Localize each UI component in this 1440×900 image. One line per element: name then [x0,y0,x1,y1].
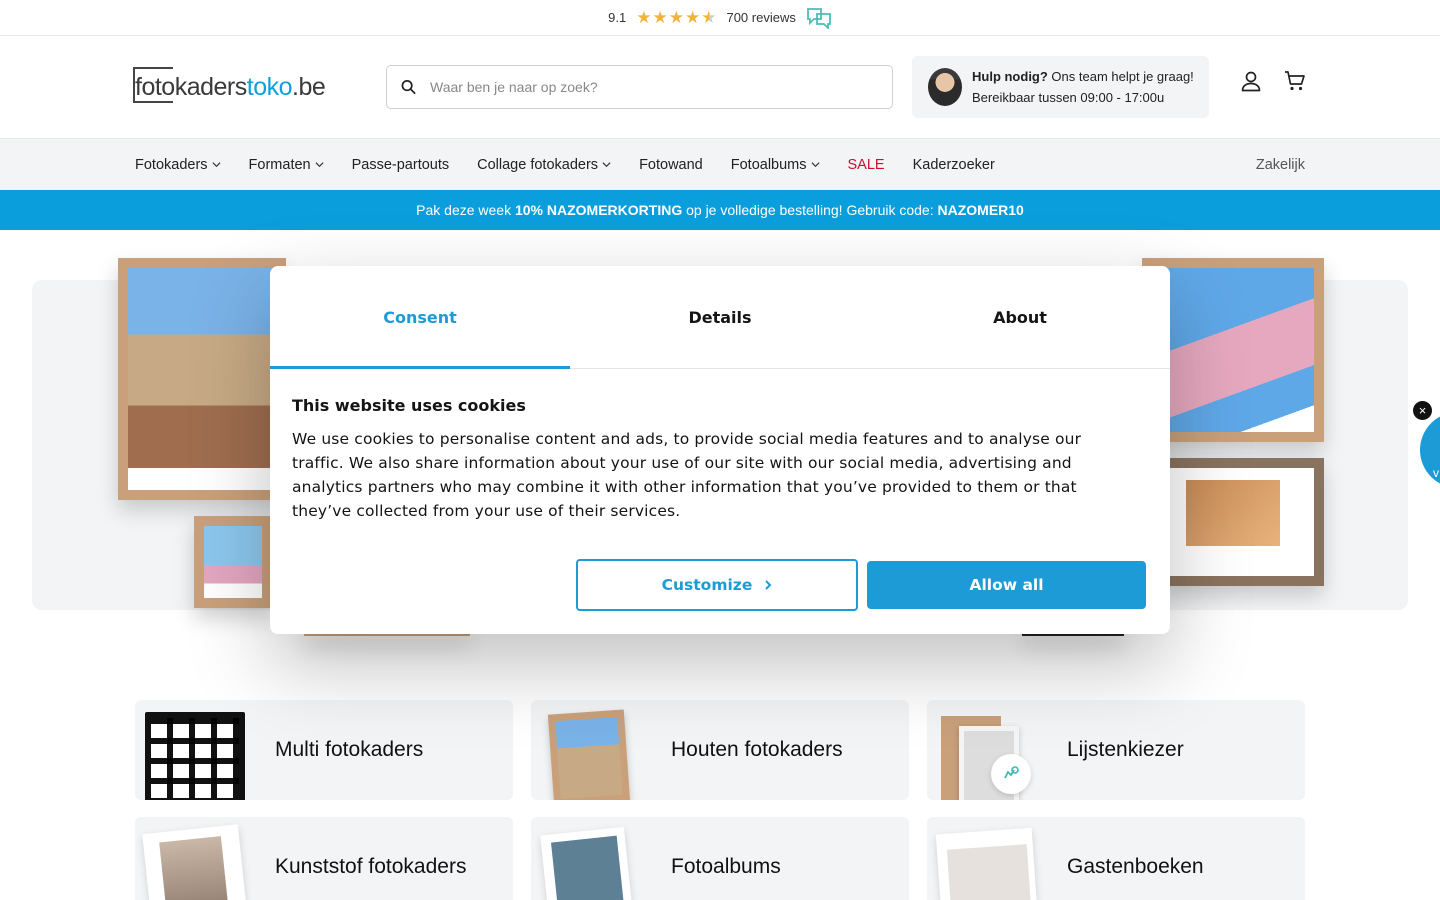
review-bar: 9.1 ★ ★ ★ ★ ★ 700 reviews [0,0,1440,36]
promo-text-mid: op je volledige bestelling! Gebruik code… [686,202,934,218]
review-score: 9.1 [608,10,627,25]
category-tile-multi-fotokaders[interactable]: Multi fotokaders [135,700,513,800]
chevron-down-icon [315,162,324,168]
nav-label: Formaten [248,156,311,173]
category-label: Kunststof fotokaders [275,855,467,878]
search-input[interactable] [430,79,878,95]
star-icon: ★ [652,7,668,27]
category-thumbnail [531,700,641,800]
cart-icon[interactable] [1284,70,1306,92]
star-icon: ★ [684,7,701,27]
promo-text-pre: Pak deze week [416,202,512,218]
allow-all-button[interactable]: Allow all [867,561,1146,609]
review-stars: ★ ★ ★ ★ ★ [636,8,716,28]
chevron-down-icon [811,162,820,168]
side-widget[interactable]: v [1420,412,1440,488]
header-icons [1240,70,1306,92]
category-label: Houten fotokaders [671,738,843,761]
nav-label: Fotowand [639,156,703,173]
category-grid: Multi fotokaders Houten fotokaders Lijst… [135,700,1305,900]
close-icon[interactable]: × [1413,401,1432,420]
nav-label: Passe-partouts [351,156,450,173]
logo-text-3: .be [292,72,326,101]
help-box[interactable]: Hulp nodig? Ons team helpt je graag! Ber… [912,56,1209,118]
promo-banner[interactable]: Pak deze week 10% NAZOMERKORTING op je v… [0,190,1440,230]
category-tile-kunststof-fotokaders[interactable]: Kunststof fotokaders [135,817,513,900]
logo-text-2: toko [246,72,293,101]
user-icon[interactable] [1240,70,1262,92]
cookie-consent-dialog: Consent Details About This website uses … [270,266,1170,634]
hero-frame-image [1160,458,1324,586]
nav-item-sale[interactable]: SALE [848,157,885,173]
main-nav: Fotokaders Formaten Passe-partouts Colla… [0,138,1440,190]
category-thumbnail [927,700,1037,800]
nav-item-kaderzoeker[interactable]: Kaderzoeker [913,157,995,173]
category-tile-fotoalbums[interactable]: Fotoalbums [531,817,909,900]
nav-item-passe-partouts[interactable]: Passe-partouts [352,157,450,173]
customize-label: Customize [661,576,753,594]
search-bar[interactable] [386,65,893,109]
logo-frame-icon [133,66,173,103]
category-label: Lijstenkiezer [1067,738,1184,761]
category-thumbnail [135,817,248,900]
category-tile-lijstenkiezer[interactable]: Lijstenkiezer [927,700,1305,800]
search-icon[interactable] [401,79,416,95]
category-label: Multi fotokaders [275,738,424,761]
tab-consent[interactable]: Consent [270,266,570,369]
help-subtitle: Ons team helpt je graag! [1047,69,1194,84]
help-text: Hulp nodig? Ons team helpt je graag! Ber… [972,66,1194,108]
nav-item-fotowand[interactable]: Fotowand [639,157,703,173]
help-title: Hulp nodig? [972,69,1048,84]
frame-picker-icon [991,754,1031,794]
category-thumbnail [531,817,641,900]
tab-details[interactable]: Details [570,266,870,368]
chevron-down-icon [212,162,221,168]
category-thumbnail [135,700,245,800]
nav-label: SALE [847,156,885,173]
star-icon: ★ [636,7,652,27]
site-header: fotokaderstoko.be Hulp nodig? Ons team h… [0,36,1440,138]
star-icon: ★ [668,7,684,27]
category-tile-houten-fotokaders[interactable]: Houten fotokaders [531,700,909,800]
hero-frame-image [194,516,272,608]
chevron-down-icon [602,162,611,168]
nav-item-zakelijk[interactable]: Zakelijk [1256,157,1305,173]
hero-frame-image [118,258,286,500]
cookie-title: This website uses cookies [292,396,526,415]
category-label: Fotoalbums [671,855,781,878]
nav-label: Fotokaders [135,156,208,173]
site-logo[interactable]: fotokaders toko .be [133,66,326,103]
cookie-body: We use cookies to personalise content an… [292,430,1082,520]
tab-about[interactable]: About [870,266,1170,368]
help-hours: Bereikbaar tussen 09:00 - 17:00u [972,90,1165,105]
nav-label: Fotoalbums [730,156,807,173]
promo-code: NAZOMER10 [937,202,1024,218]
category-thumbnail [927,817,1039,900]
support-avatar [928,68,962,106]
side-widget-text: v [1433,466,1439,480]
category-label: Gastenboeken [1067,855,1204,878]
promo-discount: 10% NAZOMERKORTING [514,202,683,218]
nav-label: Kaderzoeker [912,156,995,173]
half-star-icon: ★ [701,7,717,27]
cookie-tabs: Consent Details About [270,266,1170,369]
review-chat-icon [806,7,831,29]
review-count[interactable]: 700 reviews [726,10,795,25]
nav-item-collage-fotokaders[interactable]: Collage fotokaders [477,157,611,173]
category-tile-gastenboeken[interactable]: Gastenboeken [927,817,1305,900]
nav-item-fotoalbums[interactable]: Fotoalbums [731,157,820,173]
nav-label: Collage fotokaders [477,156,599,173]
nav-item-formaten[interactable]: Formaten [249,157,324,173]
customize-button[interactable]: Customize [576,559,858,611]
chevron-right-icon [765,580,772,590]
nav-item-fotokaders[interactable]: Fotokaders [135,157,221,173]
